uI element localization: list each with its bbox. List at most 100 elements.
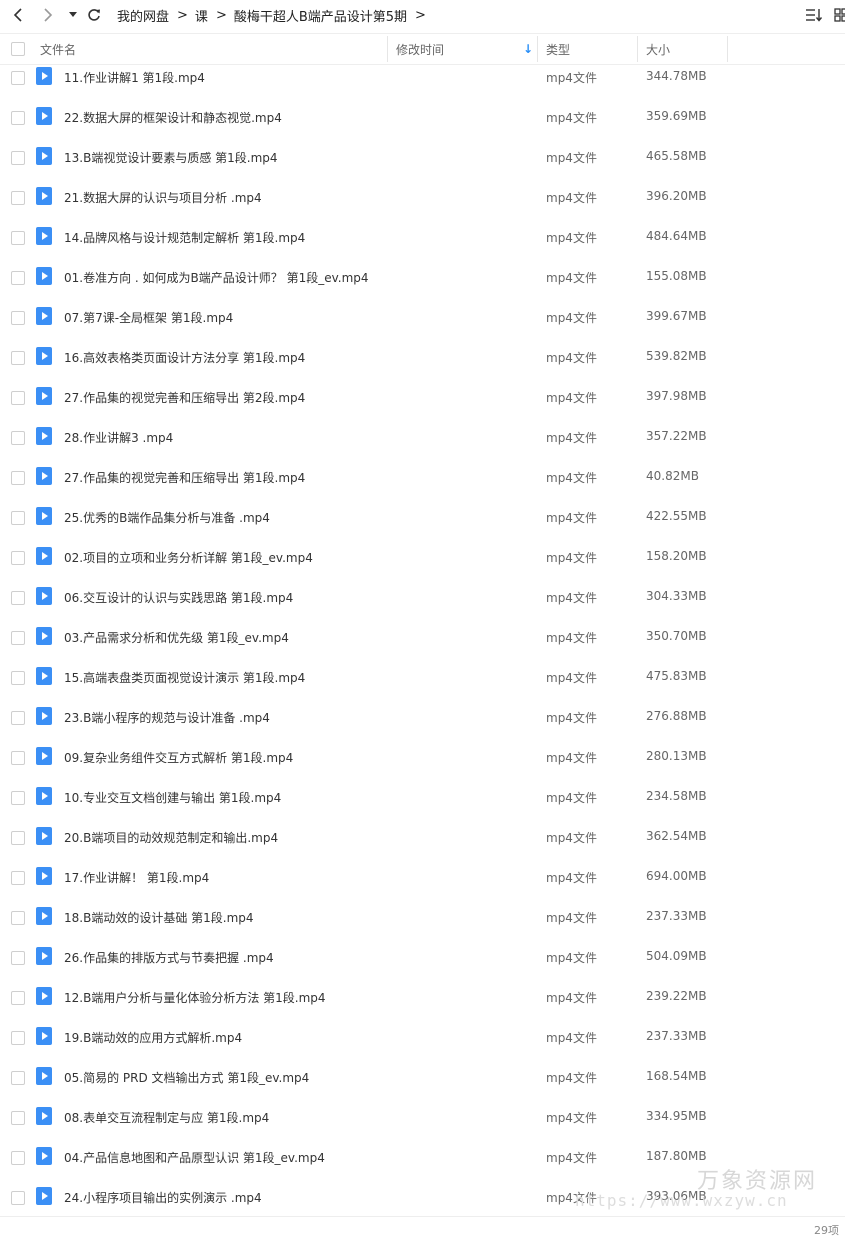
file-name[interactable]: 03.产品需求分析和优先级 第1段_ev.mp4 [64, 629, 289, 646]
file-row[interactable]: 19.B端动效的应用方式解析.mp4 mp4文件 237.33MB [0, 1017, 845, 1057]
row-checkbox[interactable] [11, 671, 25, 685]
file-row[interactable]: 18.B端动效的设计基础 第1段.mp4 mp4文件 237.33MB [0, 897, 845, 937]
select-all-checkbox[interactable] [11, 42, 25, 56]
file-row[interactable]: 20.B端项目的动效规范制定和输出.mp4 mp4文件 362.54MB [0, 817, 845, 857]
row-checkbox[interactable] [11, 631, 25, 645]
row-checkbox[interactable] [11, 551, 25, 565]
file-row[interactable]: 06.交互设计的认识与实践思路 第1段.mp4 mp4文件 304.33MB [0, 577, 845, 617]
file-row[interactable]: 17.作业讲解！ 第1段.mp4 mp4文件 694.00MB [0, 857, 845, 897]
column-header-name[interactable]: 文件名 [40, 41, 76, 58]
file-name[interactable]: 25.优秀的B端作品集分析与准备 .mp4 [64, 509, 270, 526]
file-name[interactable]: 08.表单交互流程制定与应 第1段.mp4 [64, 1109, 269, 1126]
file-row[interactable]: 07.第7课-全局框架 第1段.mp4 mp4文件 399.67MB [0, 297, 845, 337]
file-name[interactable]: 15.高端表盘类页面视觉设计演示 第1段.mp4 [64, 669, 305, 686]
file-row[interactable]: 05.简易的 PRD 文档输出方式 第1段_ev.mp4 mp4文件 168.54M… [0, 1057, 845, 1097]
file-name[interactable]: 26.作品集的排版方式与节奏把握 .mp4 [64, 949, 274, 966]
row-checkbox[interactable] [11, 471, 25, 485]
file-name[interactable]: 21.数据大屏的认识与项目分析 .mp4 [64, 189, 262, 206]
row-checkbox[interactable] [11, 591, 25, 605]
file-name[interactable]: 02.项目的立项和业务分析详解 第1段_ev.mp4 [64, 549, 313, 566]
file-name[interactable]: 14.品牌风格与设计规范制定解析 第1段.mp4 [64, 229, 305, 246]
file-name[interactable]: 12.B端用户分析与量化体验分析方法 第1段.mp4 [64, 989, 326, 1006]
refresh-button[interactable] [84, 4, 104, 26]
file-row[interactable]: 14.品牌风格与设计规范制定解析 第1段.mp4 mp4文件 484.64MB [0, 217, 845, 257]
file-row[interactable]: 16.高效表格类页面设计方法分享 第1段.mp4 mp4文件 539.82MB [0, 337, 845, 377]
row-checkbox[interactable] [11, 511, 25, 525]
row-checkbox[interactable] [11, 1151, 25, 1165]
file-name[interactable]: 09.复杂业务组件交互方式解析 第1段.mp4 [64, 749, 293, 766]
file-row[interactable]: 03.产品需求分析和优先级 第1段_ev.mp4 mp4文件 350.70MB [0, 617, 845, 657]
file-type: mp4文件 [546, 231, 597, 245]
file-row[interactable]: 27.作品集的视觉完善和压缩导出 第2段.mp4 mp4文件 397.98MB [0, 377, 845, 417]
file-name[interactable]: 22.数据大屏的框架设计和静态视觉.mp4 [64, 109, 282, 126]
file-name[interactable]: 28.作业讲解3 .mp4 [64, 429, 173, 446]
file-row[interactable]: 10.专业交互文档创建与输出 第1段.mp4 mp4文件 234.58MB [0, 777, 845, 817]
row-checkbox[interactable] [11, 871, 25, 885]
file-row[interactable]: 23.B端小程序的规范与设计准备 .mp4 mp4文件 276.88MB [0, 697, 845, 737]
row-checkbox[interactable] [11, 431, 25, 445]
breadcrumb-item-course[interactable]: 课 [195, 6, 208, 25]
file-row[interactable]: 09.复杂业务组件交互方式解析 第1段.mp4 mp4文件 280.13MB [0, 737, 845, 777]
row-checkbox[interactable] [11, 311, 25, 325]
row-checkbox[interactable] [11, 351, 25, 365]
file-name[interactable]: 11.作业讲解1 第1段.mp4 [64, 69, 205, 86]
file-name[interactable]: 06.交互设计的认识与实践思路 第1段.mp4 [64, 589, 293, 606]
file-row[interactable]: 12.B端用户分析与量化体验分析方法 第1段.mp4 mp4文件 239.22MB [0, 977, 845, 1017]
file-row[interactable]: 27.作品集的视觉完善和压缩导出 第1段.mp4 mp4文件 40.82MB [0, 457, 845, 497]
file-name[interactable]: 19.B端动效的应用方式解析.mp4 [64, 1029, 242, 1046]
file-row[interactable]: 08.表单交互流程制定与应 第1段.mp4 mp4文件 334.95MB [0, 1097, 845, 1137]
file-name[interactable]: 05.简易的 PRD 文档输出方式 第1段_ev.mp4 [64, 1069, 309, 1086]
row-checkbox[interactable] [11, 71, 25, 85]
row-checkbox[interactable] [11, 911, 25, 925]
row-checkbox[interactable] [11, 271, 25, 285]
file-name[interactable]: 17.作业讲解！ 第1段.mp4 [64, 869, 209, 886]
file-name[interactable]: 24.小程序项目输出的实例演示 .mp4 [64, 1189, 262, 1206]
row-checkbox[interactable] [11, 711, 25, 725]
row-checkbox[interactable] [11, 791, 25, 805]
breadcrumb-item-root[interactable]: 我的网盘 [117, 6, 169, 25]
file-name[interactable]: 10.专业交互文档创建与输出 第1段.mp4 [64, 789, 281, 806]
file-row[interactable]: 21.数据大屏的认识与项目分析 .mp4 mp4文件 396.20MB [0, 177, 845, 217]
file-row[interactable]: 26.作品集的排版方式与节奏把握 .mp4 mp4文件 504.09MB [0, 937, 845, 977]
breadcrumb-item-current[interactable]: 酸梅干超人B端产品设计第5期 [234, 6, 407, 25]
view-toggle-button[interactable] [830, 5, 845, 25]
file-name[interactable]: 13.B端视觉设计要素与质感 第1段.mp4 [64, 149, 278, 166]
row-checkbox[interactable] [11, 1031, 25, 1045]
file-row[interactable]: 13.B端视觉设计要素与质感 第1段.mp4 mp4文件 465.58MB [0, 137, 845, 177]
sort-button[interactable] [803, 5, 825, 25]
row-checkbox[interactable] [11, 1191, 25, 1205]
file-name[interactable]: 07.第7课-全局框架 第1段.mp4 [64, 309, 233, 326]
file-name[interactable]: 20.B端项目的动效规范制定和输出.mp4 [64, 829, 278, 846]
file-row[interactable]: 15.高端表盘类页面视觉设计演示 第1段.mp4 mp4文件 475.83MB [0, 657, 845, 697]
row-checkbox[interactable] [11, 991, 25, 1005]
file-name[interactable]: 23.B端小程序的规范与设计准备 .mp4 [64, 709, 270, 726]
row-checkbox[interactable] [11, 111, 25, 125]
file-name[interactable]: 27.作品集的视觉完善和压缩导出 第1段.mp4 [64, 469, 305, 486]
column-header-size[interactable]: 大小 [646, 41, 670, 58]
row-checkbox[interactable] [11, 151, 25, 165]
file-name[interactable]: 04.产品信息地图和产品原型认识 第1段_ev.mp4 [64, 1149, 325, 1166]
row-checkbox[interactable] [11, 1111, 25, 1125]
file-row[interactable]: 22.数据大屏的框架设计和静态视觉.mp4 mp4文件 359.69MB [0, 97, 845, 137]
column-header-modified[interactable]: 修改时间 [396, 41, 444, 58]
file-row[interactable]: 11.作业讲解1 第1段.mp4 mp4文件 344.78MB [0, 57, 845, 97]
column-header-type[interactable]: 类型 [546, 41, 570, 58]
row-checkbox[interactable] [11, 751, 25, 765]
file-name[interactable]: 01.卷准方向 . 如何成为B端产品设计师？ 第1段_ev.mp4 [64, 269, 369, 286]
forward-button[interactable] [38, 4, 58, 26]
row-checkbox[interactable] [11, 951, 25, 965]
row-checkbox[interactable] [11, 1071, 25, 1085]
back-button[interactable] [8, 4, 28, 26]
file-name[interactable]: 27.作品集的视觉完善和压缩导出 第2段.mp4 [64, 389, 305, 406]
row-checkbox[interactable] [11, 831, 25, 845]
file-row[interactable]: 28.作业讲解3 .mp4 mp4文件 357.22MB [0, 417, 845, 457]
file-row[interactable]: 02.项目的立项和业务分析详解 第1段_ev.mp4 mp4文件 158.20MB [0, 537, 845, 577]
row-checkbox[interactable] [11, 191, 25, 205]
row-checkbox[interactable] [11, 231, 25, 245]
file-row[interactable]: 25.优秀的B端作品集分析与准备 .mp4 mp4文件 422.55MB [0, 497, 845, 537]
file-name[interactable]: 16.高效表格类页面设计方法分享 第1段.mp4 [64, 349, 305, 366]
file-name[interactable]: 18.B端动效的设计基础 第1段.mp4 [64, 909, 254, 926]
row-checkbox[interactable] [11, 391, 25, 405]
history-dropdown-button[interactable] [63, 4, 83, 26]
file-row[interactable]: 01.卷准方向 . 如何成为B端产品设计师？ 第1段_ev.mp4 mp4文件 15… [0, 257, 845, 297]
